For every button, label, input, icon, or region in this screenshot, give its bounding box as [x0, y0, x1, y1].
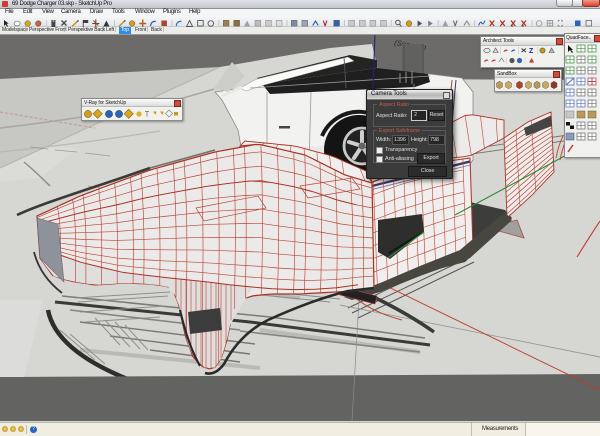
- svg-text:Z: Z: [529, 48, 534, 55]
